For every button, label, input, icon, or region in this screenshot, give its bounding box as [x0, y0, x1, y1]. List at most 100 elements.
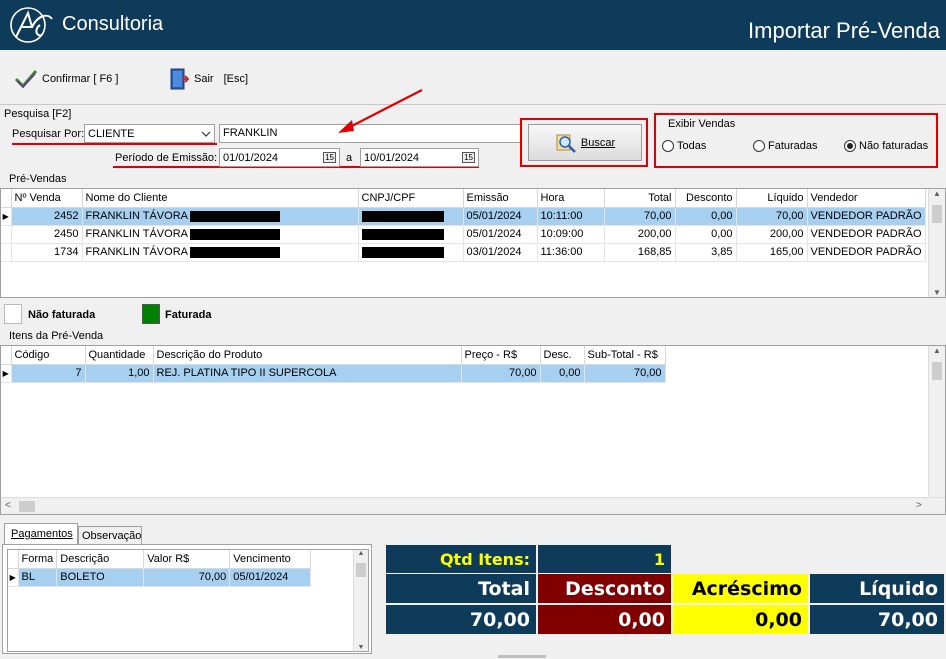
items-grid[interactable]: Código Quantidade Descrição do Produto P… — [0, 345, 946, 515]
cell-numero: 2450 — [11, 225, 83, 244]
legend-swatch-invoiced — [142, 304, 160, 324]
resize-grip[interactable] — [498, 655, 546, 658]
filter-option-label: Faturadas — [768, 140, 818, 152]
filter-option-faturadas[interactable]: Faturadas — [753, 140, 818, 152]
cell-preco: 70,00 — [461, 364, 541, 383]
cell-emissao: 03/01/2024 — [463, 243, 538, 262]
items-header-row: Código Quantidade Descrição do Produto P… — [1, 346, 666, 365]
indicator-header — [1, 346, 12, 365]
filter-option-nao-faturadas[interactable]: Não faturadas — [844, 140, 928, 152]
legend-swatch-not-invoiced — [4, 304, 22, 324]
cell-cnpj — [358, 207, 464, 226]
vertical-scrollbar[interactable]: ▲ — [928, 346, 945, 497]
col-header[interactable]: Descrição do Produto — [153, 346, 462, 365]
exit-button-label: Sair — [194, 73, 214, 85]
search-by-select[interactable]: CLIENTE — [84, 124, 215, 143]
redacted-block — [190, 246, 281, 258]
scroll-thumb[interactable] — [932, 362, 942, 380]
cell-liquido: 200,00 — [736, 225, 808, 244]
col-header[interactable]: Forma — [18, 550, 58, 569]
date-to-value: 10/01/2024 — [364, 151, 420, 164]
horizontal-scrollbar[interactable]: < > — [1, 497, 945, 514]
col-header[interactable]: Quantidade — [85, 346, 154, 365]
presales-row[interactable]: 1734 FRANKLIN TÁVORA 03/01/2024 11:36:00… — [1, 243, 926, 262]
col-header[interactable]: Preço - R$ — [461, 346, 541, 365]
cliente-name: FRANKLIN TÁVORA — [85, 210, 188, 222]
filter-option-todas[interactable]: Todas — [662, 140, 706, 152]
scroll-thumb[interactable] — [932, 205, 942, 223]
cell-numero: 1734 — [11, 243, 83, 262]
row-indicator — [1, 225, 12, 244]
confirm-button[interactable]: Confirmar [ F6 ] — [14, 68, 118, 90]
redacted-block — [361, 210, 444, 222]
cell-emissao: 05/01/2024 — [463, 225, 538, 244]
tab-label: Observação — [82, 530, 142, 542]
cell-total: 200,00 — [604, 225, 676, 244]
col-header[interactable]: CNPJ/CPF — [358, 189, 464, 208]
col-header[interactable]: Valor R$ — [143, 550, 231, 569]
cell-emissao: 05/01/2024 — [463, 207, 538, 226]
cell-vendedor: VENDEDOR PADRÃO — [807, 225, 926, 244]
presales-section-label: Pré-Vendas — [9, 173, 67, 185]
col-header[interactable]: Vendedor — [807, 189, 926, 208]
scroll-left-icon[interactable]: < — [5, 500, 11, 511]
col-header[interactable]: Sub-Total - R$ — [584, 346, 666, 365]
payments-grid[interactable]: Forma Descrição Valor R$ Vencimento ▶ BL… — [7, 549, 369, 652]
total-value: 70,00 — [386, 605, 536, 634]
col-header[interactable]: Líquido — [736, 189, 808, 208]
date-to-input[interactable]: 10/01/2024 15 — [360, 148, 479, 167]
calendar-icon[interactable]: 15 — [462, 152, 475, 163]
search-by-label: Pesquisar Por: — [12, 128, 85, 140]
vertical-scrollbar[interactable]: ▲ ▼ — [353, 550, 368, 651]
annotation-underline — [12, 143, 217, 145]
col-header[interactable]: Vencimento — [229, 550, 312, 569]
chevron-down-icon — [201, 131, 211, 137]
scroll-up-icon[interactable]: ▲ — [929, 189, 945, 203]
row-indicator — [1, 243, 12, 262]
presales-grid[interactable]: Nº Venda Nome do Cliente CNPJ/CPF Emissã… — [0, 188, 946, 298]
col-header[interactable]: Hora — [537, 189, 605, 208]
cell-total: 70,00 — [604, 207, 676, 226]
col-header[interactable]: Código — [11, 346, 86, 365]
cell-liquido: 70,00 — [736, 207, 808, 226]
cliente-name: FRANKLIN TÁVORA — [85, 246, 188, 258]
items-row[interactable]: ▶ 7 1,00 REJ. PLATINA TIPO II SUPERCOLA … — [1, 364, 666, 383]
tab-pagamentos[interactable]: Pagamentos — [4, 523, 78, 545]
scroll-up-icon[interactable]: ▲ — [354, 550, 368, 562]
col-header[interactable]: Emissão — [463, 189, 538, 208]
scroll-thumb[interactable] — [19, 501, 35, 512]
scroll-up-icon[interactable]: ▲ — [929, 346, 945, 360]
divider — [0, 104, 946, 105]
date-from-input[interactable]: 01/01/2024 15 — [219, 148, 340, 167]
cell-hora: 10:11:00 — [537, 207, 605, 226]
cell-desconto: 0,00 — [675, 207, 737, 226]
search-button-label: Buscar — [580, 136, 616, 149]
col-header[interactable]: Total — [604, 189, 676, 208]
confirm-button-label: Confirmar [ F6 ] — [42, 73, 119, 85]
scroll-right-icon[interactable]: > — [916, 500, 922, 511]
cliente-name: FRANKLIN TÁVORA — [85, 228, 188, 240]
col-header[interactable]: Desconto — [675, 189, 737, 208]
company-logo — [10, 7, 53, 43]
col-header[interactable]: Desc. — [540, 346, 585, 365]
desconto-label: Desconto — [538, 574, 671, 603]
cell-forma: BL — [18, 568, 58, 587]
cell-subtotal: 70,00 — [584, 364, 666, 383]
presales-row[interactable]: 2450 FRANKLIN TÁVORA 05/01/2024 10:09:00… — [1, 225, 926, 244]
payments-row[interactable]: ▶ BL BOLETO 70,00 05/01/2024 — [8, 568, 312, 587]
scroll-thumb[interactable] — [356, 563, 366, 577]
checkmark-icon — [14, 70, 38, 89]
col-header[interactable]: Nº Venda — [11, 189, 83, 208]
redacted-block — [361, 246, 444, 258]
vertical-scrollbar[interactable]: ▲ ▼ — [928, 189, 945, 297]
scroll-down-icon[interactable]: ▼ — [354, 644, 368, 651]
cell-desc: 0,00 — [540, 364, 585, 383]
exit-button[interactable]: Sair [Esc] — [168, 67, 248, 91]
calendar-icon[interactable]: 15 — [323, 152, 336, 163]
presales-row[interactable]: ▶ 2452 FRANKLIN TÁVORA 05/01/2024 10:11:… — [1, 207, 926, 226]
search-button[interactable]: Buscar — [528, 124, 642, 161]
col-header[interactable]: Descrição — [56, 550, 145, 569]
col-header[interactable]: Nome do Cliente — [82, 189, 359, 208]
scroll-down-icon[interactable]: ▼ — [929, 288, 945, 297]
tab-observacao[interactable]: Observação — [78, 526, 142, 545]
